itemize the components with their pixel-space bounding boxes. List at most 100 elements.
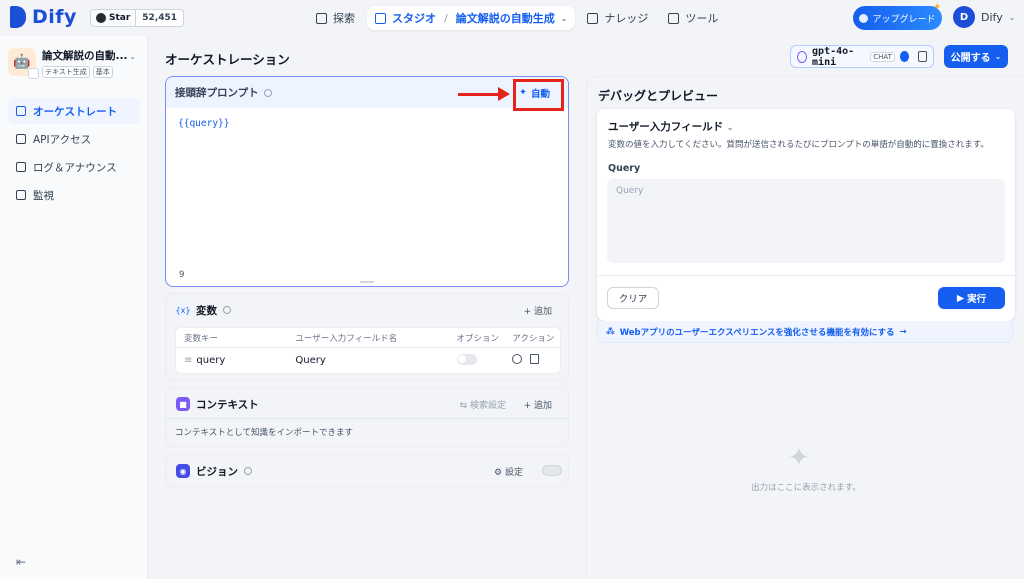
add-variable-button[interactable]: + 追加: [524, 304, 552, 317]
enable-features-link[interactable]: ⁂ Webアプリのユーザーエクスペリエンスを強化させる機能を有効にする →: [597, 321, 1013, 343]
context-panel: ■ コンテキスト ⇆ 検索設定 + 追加 コンテキストとして知識をインポートでき…: [165, 387, 569, 447]
top-bar: Dify Star 52,451 探索 スタジオ / 論文解説の自動生成 ⌄ ナ…: [0, 0, 1024, 36]
chevron-down-icon: ⌄: [129, 52, 136, 61]
settings-icon[interactable]: [512, 354, 523, 364]
nav-explore[interactable]: 探索: [308, 6, 363, 30]
vision-title: ビジョン: [196, 465, 238, 478]
sidebar-item-orchestrate[interactable]: オーケストレート: [8, 98, 140, 124]
upgrade-button[interactable]: アップグレード: [853, 6, 942, 30]
nav-studio[interactable]: スタジオ / 論文解説の自動生成 ⌄: [367, 6, 576, 30]
context-description: コンテキストとして知識をインポートできます: [175, 428, 353, 438]
help-icon[interactable]: [263, 88, 272, 97]
context-title: コンテキスト: [196, 398, 259, 411]
dify-logo[interactable]: Dify: [10, 6, 77, 28]
sidebar-item-monitoring[interactable]: 監視: [8, 182, 140, 208]
current-app-name: 論文解説の自動生成: [455, 12, 555, 25]
divider: [597, 275, 1015, 276]
file-list-icon: [16, 162, 26, 172]
prefix-prompt-editor: 接頭辞プロンプト ✦ 自動 {{query}} 9: [165, 76, 569, 287]
prompt-textarea[interactable]: {{query}}: [166, 108, 568, 139]
annotation-arrow-icon: [498, 87, 510, 101]
sidebar: 🤖 論文解説の自動... テキスト生成 基本 ⌄ オーケストレート APIアクセ…: [0, 36, 148, 579]
run-button[interactable]: ▶ 実行: [938, 287, 1005, 309]
collapse-sidebar-icon[interactable]: ⇤: [16, 555, 26, 569]
sparkles-icon: ✦: [788, 443, 810, 473]
robot-icon: [375, 12, 386, 24]
help-icon[interactable]: [223, 306, 231, 314]
app-tag-type: テキスト生成: [42, 66, 90, 78]
star-icon: ✦: [933, 2, 942, 13]
sparkle-icon: [859, 13, 869, 23]
table-row: ≡ query Query: [176, 348, 560, 373]
document-icon: ■: [176, 397, 190, 411]
optional-toggle[interactable]: [456, 353, 477, 365]
app-tag-mode: 基本: [92, 66, 113, 78]
play-icon: ▶: [956, 292, 965, 304]
nav-tools[interactable]: ツール: [660, 6, 726, 30]
table-header: 変数キー ユーザー入力フィールド名 オプション アクション: [176, 328, 560, 348]
openai-icon: [797, 50, 808, 63]
retrieval-settings-button[interactable]: ⇆ 検索設定: [460, 398, 506, 411]
eye-icon: ◉: [176, 464, 190, 478]
avatar: D: [953, 6, 975, 28]
publish-button[interactable]: 公開する ⌄: [944, 45, 1008, 68]
app-selector[interactable]: 🤖 論文解説の自動... テキスト生成 基本 ⌄: [8, 48, 142, 82]
sidebar-item-api-access[interactable]: APIアクセス: [8, 126, 140, 152]
text-lines-icon: ≡: [184, 355, 193, 366]
trash-icon[interactable]: [530, 354, 540, 364]
debug-preview-panel: デバッグとプレビュー ユーザー入力フィールド ⌄ 変数の値を入力してください。質…: [586, 76, 1024, 579]
dify-logo-text: Dify: [32, 6, 77, 28]
variable-key[interactable]: query: [196, 355, 225, 366]
puzzle-icon: ⁂: [606, 326, 615, 337]
variables-table: 変数キー ユーザー入力フィールド名 オプション アクション ≡ query Que…: [175, 327, 561, 374]
user-input-toggle[interactable]: ユーザー入力フィールド ⌄: [608, 119, 733, 134]
variable-field-name[interactable]: Query: [295, 355, 456, 366]
divider: [166, 418, 568, 419]
nav-knowledge[interactable]: ナレッジ: [579, 6, 656, 30]
user-menu[interactable]: D Dify ⌄: [953, 6, 1015, 28]
app-name: 論文解説の自動...: [42, 50, 128, 62]
dify-logo-mark: [10, 6, 26, 28]
chevron-down-icon: ⌄: [994, 52, 1002, 61]
chevron-down-icon: ⌄: [560, 13, 568, 23]
model-name: gpt-4o-mini: [812, 45, 855, 68]
annotation-highlight-box: [513, 79, 564, 111]
vision-toggle[interactable]: [542, 465, 562, 476]
github-star-label: Star: [109, 13, 131, 23]
debug-title: デバッグとプレビュー: [598, 89, 719, 103]
braces-icon: {x}: [176, 303, 190, 317]
github-icon: [96, 13, 106, 23]
vision-settings-button[interactable]: ⚙ 設定: [494, 465, 523, 478]
sidebar-nav: オーケストレート APIアクセス ログ＆アナウンス 監視: [8, 98, 140, 210]
query-label: Query: [608, 163, 641, 174]
user-input-description: 変数の値を入力してください。質問が送信されるたびにプロンプトの単語が自動的に置換…: [608, 140, 989, 150]
model-selector-button[interactable]: gpt-4o-mini CHAT: [790, 45, 934, 68]
add-context-button[interactable]: + 追加: [524, 398, 552, 411]
hammer-icon: [668, 12, 680, 24]
vision-panel: ◉ ビジョン ⚙ 設定: [165, 454, 569, 487]
github-star-badge[interactable]: Star 52,451: [90, 9, 185, 27]
clear-button[interactable]: クリア: [607, 287, 659, 309]
sidebar-item-logs[interactable]: ログ＆アナウンス: [8, 154, 140, 180]
terminal-icon: [16, 134, 26, 144]
prompt-title: 接頭辞プロンプト: [175, 87, 259, 99]
help-icon[interactable]: [244, 467, 252, 475]
page-title: オーケストレーション: [165, 52, 290, 67]
vision-capability-icon: [899, 51, 909, 62]
variables-panel: {x} 変数 + 追加 変数キー ユーザー入力フィールド名 オプション アクショ…: [165, 293, 569, 381]
empty-output-text: 出力はここに表示されます。: [751, 483, 861, 493]
github-star-count: 52,451: [142, 13, 178, 23]
annotation-arrow-shaft: [458, 93, 500, 96]
layout-icon: [16, 106, 26, 116]
user-input-card: ユーザー入力フィールド ⌄ 変数の値を入力してください。質問が送信されるたびにプ…: [597, 109, 1015, 321]
sliders-icon[interactable]: [917, 51, 928, 62]
resize-handle[interactable]: [360, 281, 374, 283]
prompt-char-count: 9: [179, 270, 185, 280]
query-input[interactable]: Query: [607, 179, 1005, 263]
gear-icon: ⚙: [494, 468, 505, 478]
main-nav: 探索 スタジオ / 論文解説の自動生成 ⌄ ナレッジ ツール: [308, 6, 726, 30]
variables-title: 変数: [196, 304, 217, 317]
app-type-badge-icon: [28, 68, 39, 79]
app-icon: 🤖: [8, 48, 39, 79]
arrow-right-icon: →: [899, 326, 907, 337]
